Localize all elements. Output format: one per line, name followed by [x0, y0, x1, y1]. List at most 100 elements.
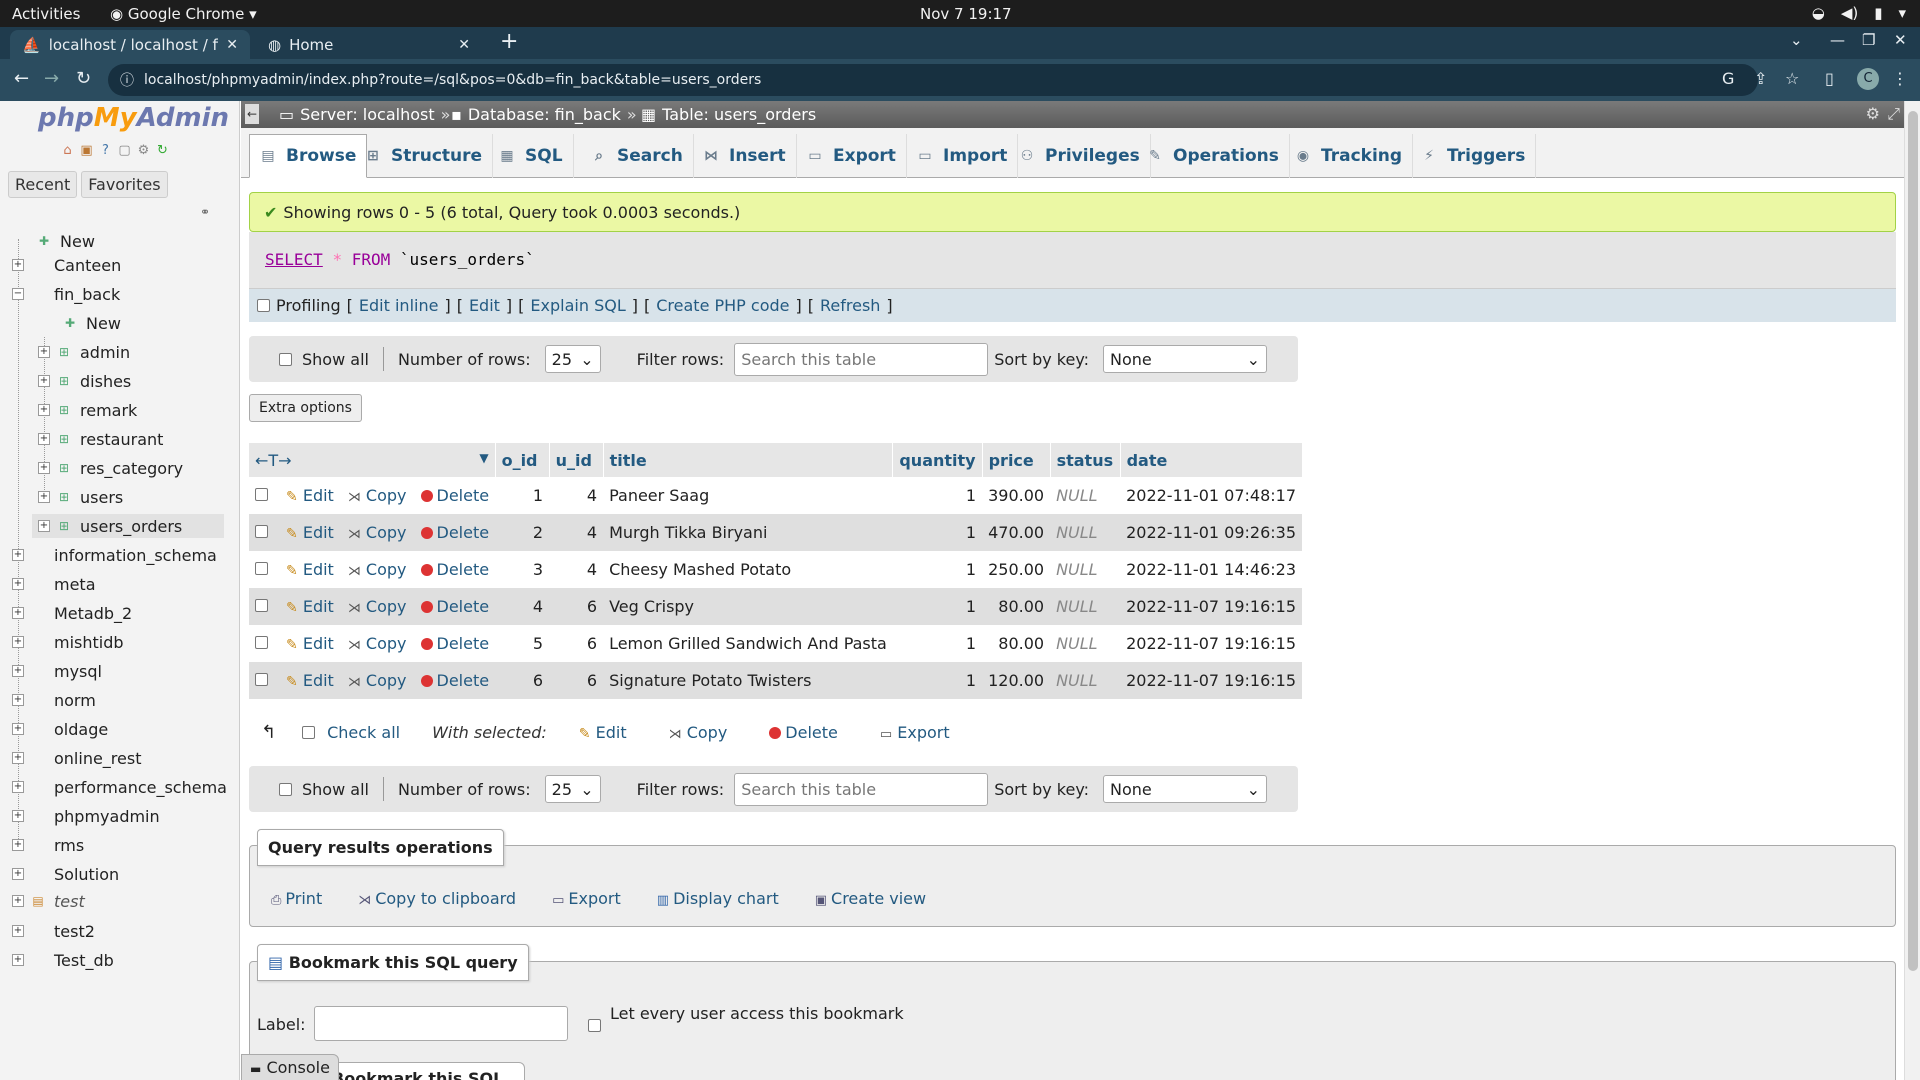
refresh-link[interactable]: Refresh	[820, 296, 880, 315]
expand-icon[interactable]: +	[12, 781, 24, 793]
favorites-button[interactable]: Favorites	[81, 171, 168, 198]
show-all-checkbox[interactable]	[279, 782, 292, 796]
minimize-button[interactable]: —	[1830, 31, 1845, 49]
breadcrumb-server[interactable]: ▭ Server: localhost »	[279, 105, 450, 124]
cell-u-id[interactable]: 6	[549, 588, 604, 625]
cell-price[interactable]: 250.00	[982, 551, 1051, 588]
google-icon[interactable]: G	[1722, 69, 1734, 88]
row-delete-button[interactable]: Delete	[420, 597, 489, 616]
sort-by-key-select[interactable]: None ⌄	[1103, 775, 1268, 803]
table-row[interactable]: ✎ Edit ⋊ Copy Delete 1 4 Paneer Saag 1 390.00 NU…	[249, 477, 1303, 514]
column-header-date[interactable]: date	[1120, 443, 1303, 477]
cell-title[interactable]: Cheesy Mashed Potato	[603, 551, 893, 588]
expand-icon[interactable]: +	[38, 520, 50, 532]
tree-item-solution[interactable]: + Solution	[12, 862, 119, 886]
scrollbar-thumb[interactable]	[1908, 111, 1918, 971]
column-header-price[interactable]: price	[982, 443, 1051, 477]
info-icon[interactable]: ⓘ	[120, 70, 134, 90]
tab-home[interactable]: ◍ Home ✕	[256, 30, 482, 59]
tab-export[interactable]: ▭ Export	[797, 134, 907, 178]
row-copy-button[interactable]: ⋊ Copy	[348, 597, 407, 616]
cell-title[interactable]: Murgh Tikka Biryani	[603, 514, 893, 551]
create-php-code-link[interactable]: Create PHP code	[656, 296, 789, 315]
row-edit-button[interactable]: ✎ Edit	[286, 523, 334, 542]
bulk-delete-button[interactable]: Delete	[769, 723, 838, 742]
expand-icon[interactable]: +	[38, 346, 50, 358]
tree-item-test[interactable]: + ▤ test	[12, 889, 85, 913]
create-view-link[interactable]: ▣ Create view	[815, 889, 926, 908]
extra-options-button[interactable]: Extra options	[249, 394, 362, 422]
cell-quantity[interactable]: 1	[892, 662, 983, 699]
home-icon[interactable]: ⌂	[60, 143, 75, 158]
number-of-rows-select[interactable]: 25 ⌄	[544, 775, 601, 803]
expand-icon[interactable]: +	[12, 925, 24, 937]
expand-icon[interactable]: +	[12, 636, 24, 648]
row-copy-button[interactable]: ⋊ Copy	[348, 671, 407, 690]
cell-date[interactable]: 2022-11-07 19:16:15	[1120, 662, 1303, 699]
sql-query-display[interactable]: SELECT * FROM `users_orders`	[249, 232, 1896, 289]
cell-date[interactable]: 2022-11-01 14:46:23	[1120, 551, 1303, 588]
edit-inline-link[interactable]: Edit inline	[359, 296, 439, 315]
collapse-icon[interactable]: −	[12, 288, 24, 300]
cell-date[interactable]: 2022-11-01 07:48:17	[1120, 477, 1303, 514]
close-tab-icon[interactable]: ✕	[458, 37, 470, 53]
close-tab-icon[interactable]: ✕	[226, 37, 238, 53]
bookmark-star-icon[interactable]: ☆	[1785, 69, 1799, 88]
cell-title[interactable]: Paneer Saag	[603, 477, 893, 514]
help-icon[interactable]: ?	[98, 143, 113, 158]
phpmyadmin-logo[interactable]: phpMyAdmin	[38, 103, 229, 133]
row-checkbox[interactable]	[255, 488, 268, 501]
tab-sql[interactable]: ▦ SQL	[489, 134, 574, 178]
cell-u-id[interactable]: 6	[549, 625, 604, 662]
expand-icon[interactable]: +	[12, 752, 24, 764]
link-with-main-icon[interactable]: ⚭	[200, 205, 210, 219]
cell-o-id[interactable]: 6	[495, 662, 550, 699]
show-all-checkbox[interactable]	[279, 352, 292, 366]
tree-item-remark[interactable]: + ⊞ remark	[38, 398, 137, 422]
sql-select-keyword[interactable]: SELECT	[265, 250, 323, 269]
clock[interactable]: Nov 7 19:17	[920, 5, 1012, 23]
check-all-checkbox[interactable]	[302, 726, 316, 739]
row-delete-button[interactable]: Delete	[420, 671, 489, 690]
filter-rows-input[interactable]: Search this table	[734, 342, 989, 376]
cell-title[interactable]: Lemon Grilled Sandwich And Pasta	[603, 625, 893, 662]
expand-icon[interactable]: +	[12, 259, 24, 271]
cell-title[interactable]: Veg Crispy	[603, 588, 893, 625]
tree-item-performance-schema[interactable]: + performance_schema	[12, 775, 227, 799]
row-edit-button[interactable]: ✎ Edit	[286, 634, 334, 653]
cell-status[interactable]: NULL	[1050, 477, 1121, 514]
row-copy-button[interactable]: ⋊ Copy	[348, 486, 407, 505]
row-checkbox[interactable]	[255, 525, 268, 538]
cell-price[interactable]: 120.00	[982, 662, 1051, 699]
collapse-nav-button[interactable]: ←	[245, 104, 259, 124]
row-checkbox[interactable]	[255, 562, 268, 575]
cell-price[interactable]: 470.00	[982, 514, 1051, 551]
row-copy-button[interactable]: ⋊ Copy	[348, 523, 407, 542]
breadcrumb-table[interactable]: ▦ Table: users_orders	[641, 105, 816, 124]
cell-quantity[interactable]: 1	[892, 477, 983, 514]
tab-import[interactable]: ▭ Import	[907, 134, 1019, 178]
tab-search-icon[interactable]: ⌄	[1790, 31, 1803, 49]
tree-item-new-table[interactable]: ✚ New	[62, 311, 121, 335]
tree-item-mysql[interactable]: + mysql	[12, 659, 102, 683]
row-delete-button[interactable]: Delete	[420, 523, 489, 542]
arrows-icon[interactable]: ←T→	[255, 451, 292, 470]
expand-icon[interactable]: +	[38, 491, 50, 503]
cell-price[interactable]: 80.00	[982, 625, 1051, 662]
row-delete-button[interactable]: Delete	[420, 634, 489, 653]
cell-u-id[interactable]: 4	[549, 477, 604, 514]
tree-item-mishtidb[interactable]: + mishtidb	[12, 630, 124, 654]
expand-icon[interactable]: +	[12, 723, 24, 735]
sort-by-key-select[interactable]: None ⌄	[1103, 345, 1268, 373]
expand-icon[interactable]: +	[12, 694, 24, 706]
column-toggle-header[interactable]: ←T→ ▼	[249, 443, 496, 477]
profile-avatar[interactable]: C	[1857, 68, 1879, 90]
expand-icon[interactable]: +	[12, 549, 24, 561]
cell-status[interactable]: NULL	[1050, 514, 1121, 551]
cell-price[interactable]: 390.00	[982, 477, 1051, 514]
tree-item-test-db[interactable]: + Test_db	[12, 948, 114, 972]
cell-quantity[interactable]: 1	[892, 625, 983, 662]
tree-item-phpmyadmin[interactable]: + phpmyadmin	[12, 804, 160, 828]
breadcrumb-database[interactable]: ▪ Database: fin_back »	[451, 105, 637, 124]
table-row[interactable]: ✎ Edit ⋊ Copy Delete 4 6 Veg Crispy 1 80.00 NULL…	[249, 588, 1303, 625]
